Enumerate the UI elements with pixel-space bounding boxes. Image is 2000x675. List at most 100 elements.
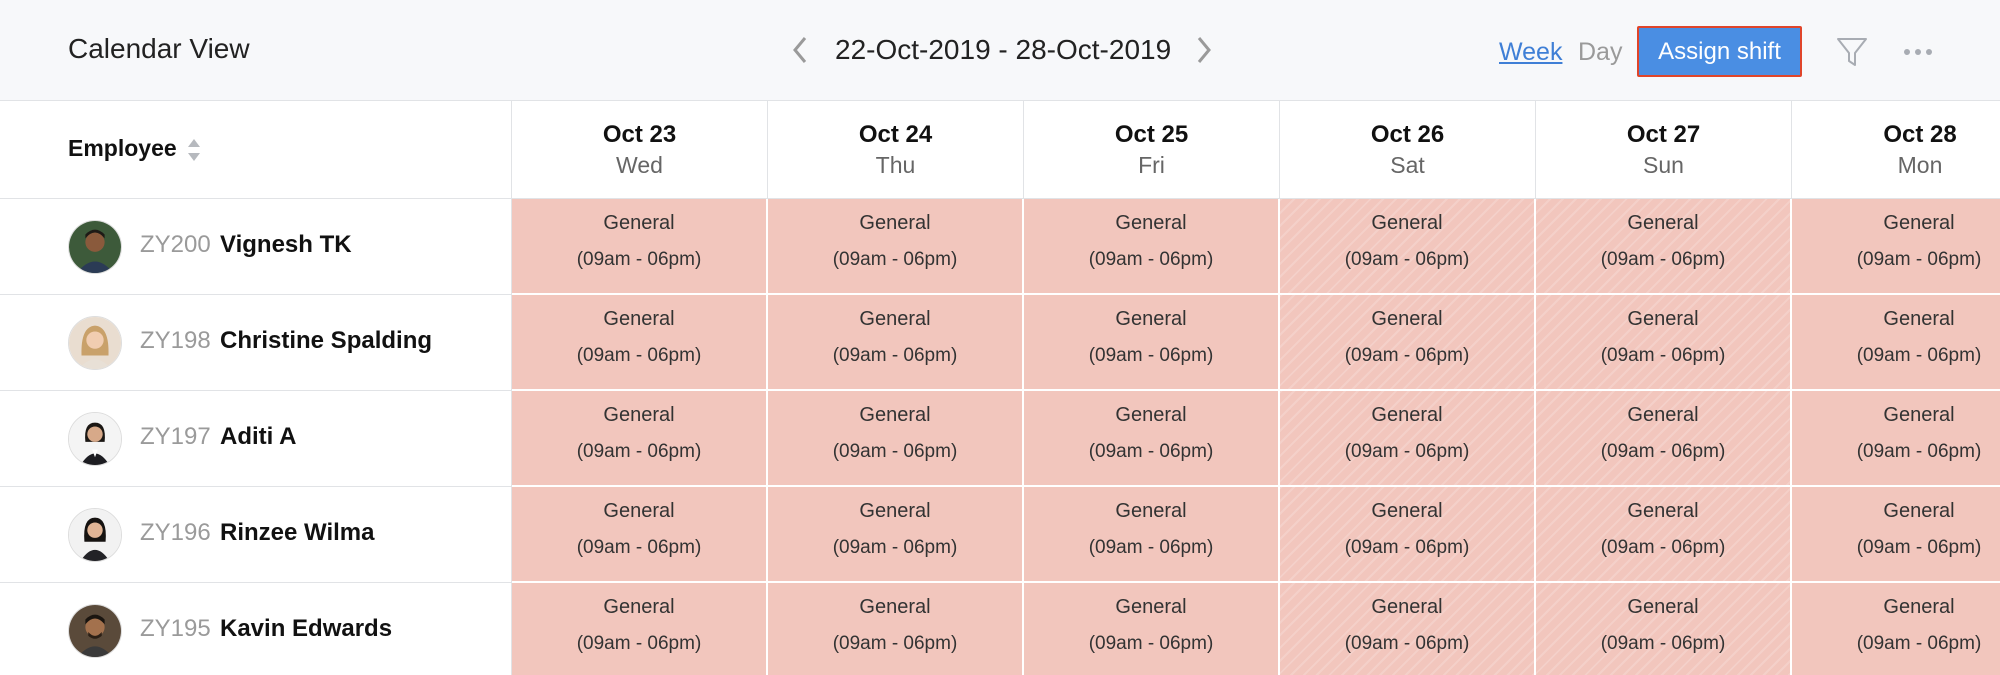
next-week-button[interactable]: [1189, 28, 1219, 72]
shift-cell[interactable]: General (09am - 06pm): [1536, 295, 1792, 391]
shift-time: (09am - 06pm): [832, 441, 958, 462]
day-date: Oct 27: [1626, 121, 1701, 148]
day-view-link[interactable]: Day: [1578, 38, 1622, 67]
employee-name: Rinzee Wilma: [220, 519, 375, 546]
shift-name: General: [1883, 308, 1955, 330]
shift-cell[interactable]: General (09am - 06pm): [1280, 295, 1536, 391]
shift-cell[interactable]: General (09am - 06pm): [1024, 487, 1280, 583]
shift-time: (09am - 06pm): [1856, 441, 1982, 462]
avatar: [68, 220, 122, 274]
shift-cell[interactable]: General (09am - 06pm): [1280, 199, 1536, 295]
employee-cell[interactable]: ZY198 Christine Spalding: [0, 295, 512, 391]
shift-cell[interactable]: General (09am - 06pm): [512, 199, 768, 295]
shift-cell[interactable]: General (09am - 06pm): [768, 391, 1024, 487]
employee-id: ZY200: [140, 231, 211, 258]
table-row: ZY196 Rinzee Wilma General (09am - 06pm) Gen…: [0, 487, 2000, 583]
shift-cell[interactable]: General (09am - 06pm): [1536, 487, 1792, 583]
shift-name: General: [1883, 404, 1955, 426]
employee-cell[interactable]: ZY197 Aditi A: [0, 391, 512, 487]
sort-icon[interactable]: [187, 137, 201, 163]
shift-cell[interactable]: General (09am - 06pm): [1280, 583, 1536, 675]
shift-cell[interactable]: General (09am - 06pm): [1024, 583, 1280, 675]
day-name: Fri: [1138, 152, 1165, 178]
shift-cell[interactable]: General (09am - 06pm): [1792, 583, 2000, 675]
filter-icon[interactable]: [1835, 35, 1869, 69]
employee-cell[interactable]: ZY195 Kavin Edwards: [0, 583, 512, 675]
shift-cell[interactable]: General (09am - 06pm): [768, 583, 1024, 675]
shift-cell[interactable]: General (09am - 06pm): [512, 583, 768, 675]
more-icon[interactable]: [1903, 46, 1933, 58]
table-row: ZY198 Christine Spalding General (09am - 06…: [0, 295, 2000, 391]
shift-name: General: [1627, 308, 1699, 330]
shift-cell[interactable]: General (09am - 06pm): [1792, 487, 2000, 583]
day-column-header: Oct 24 Thu: [768, 101, 1024, 199]
shift-time: (09am - 06pm): [1600, 633, 1726, 654]
shift-cell[interactable]: General (09am - 06pm): [1792, 199, 2000, 295]
shift-name: General: [603, 500, 675, 522]
table-row: ZY195 Kavin Edwards General (09am - 06pm) Ge…: [0, 583, 2000, 675]
employee-id: ZY195: [140, 615, 211, 642]
table-header: Employee Oct 23 Wed Oct 24 Thu Oct 25 Fri Oct …: [0, 101, 2000, 199]
shift-name: General: [859, 596, 931, 618]
table-row: ZY200 Vignesh TK General (09am - 06pm) Gener…: [0, 199, 2000, 295]
day-date: Oct 26: [1370, 121, 1445, 148]
employee-name: Christine Spalding: [220, 327, 433, 354]
shift-cell[interactable]: General (09am - 06pm): [768, 199, 1024, 295]
shift-time: (09am - 06pm): [1856, 345, 1982, 366]
previous-week-button[interactable]: [785, 28, 815, 72]
shift-name: General: [1371, 404, 1443, 426]
shift-cell[interactable]: General (09am - 06pm): [1024, 199, 1280, 295]
shift-cell[interactable]: General (09am - 06pm): [1792, 295, 2000, 391]
shift-time: (09am - 06pm): [832, 537, 958, 558]
shift-name: General: [1115, 404, 1187, 426]
avatar: [68, 412, 122, 466]
shift-name: General: [1115, 596, 1187, 618]
date-range-label: 22-Oct-2019 - 28-Oct-2019: [835, 34, 1172, 65]
shift-time: (09am - 06pm): [832, 249, 958, 270]
shift-time: (09am - 06pm): [576, 249, 702, 270]
employee-name: Vignesh TK: [220, 231, 352, 258]
shift-cell[interactable]: General (09am - 06pm): [1024, 295, 1280, 391]
shift-cell[interactable]: General (09am - 06pm): [512, 487, 768, 583]
shift-name: General: [603, 404, 675, 426]
shift-cell[interactable]: General (09am - 06pm): [1536, 199, 1792, 295]
week-view-link[interactable]: Week: [1499, 38, 1562, 67]
shift-cell[interactable]: General (09am - 06pm): [1024, 391, 1280, 487]
shift-name: General: [603, 596, 675, 618]
shift-name: General: [859, 500, 931, 522]
shift-time: (09am - 06pm): [1344, 249, 1470, 270]
shift-name: General: [859, 404, 931, 426]
employee-cell[interactable]: ZY200 Vignesh TK: [0, 199, 512, 295]
shift-name: General: [1115, 212, 1187, 234]
employee-id: ZY196: [140, 519, 211, 546]
day-date: Oct 23: [602, 121, 677, 148]
day-date: Oct 28: [1883, 121, 1957, 148]
employee-column-header: Employee: [0, 101, 512, 199]
shift-cell[interactable]: General (09am - 06pm): [512, 295, 768, 391]
shift-cell[interactable]: General (09am - 06pm): [512, 391, 768, 487]
shift-time: (09am - 06pm): [1856, 537, 1982, 558]
assign-shift-button[interactable]: Assign shift: [1637, 26, 1802, 77]
shift-name: General: [1627, 500, 1699, 522]
shift-time: (09am - 06pm): [576, 537, 702, 558]
day-name: Sat: [1390, 152, 1425, 178]
shift-cell[interactable]: General (09am - 06pm): [1280, 487, 1536, 583]
shift-cell[interactable]: General (09am - 06pm): [1280, 391, 1536, 487]
shift-cell[interactable]: General (09am - 06pm): [768, 295, 1024, 391]
calendar-header: Calendar View 22-Oct-2019 - 28-Oct-2019 …: [0, 0, 2000, 101]
shift-cell[interactable]: General (09am - 06pm): [1536, 391, 1792, 487]
shift-time: (09am - 06pm): [1600, 345, 1726, 366]
day-date: Oct 25: [1114, 121, 1189, 148]
employee-name: Aditi A: [220, 423, 297, 450]
shift-name: General: [859, 308, 931, 330]
shift-cell[interactable]: General (09am - 06pm): [768, 487, 1024, 583]
avatar: [68, 508, 122, 562]
shift-cell[interactable]: General (09am - 06pm): [1536, 583, 1792, 675]
shift-time: (09am - 06pm): [1600, 537, 1726, 558]
shift-time: (09am - 06pm): [1088, 345, 1214, 366]
shift-name: General: [1115, 308, 1187, 330]
shift-cell[interactable]: General (09am - 06pm): [1792, 391, 2000, 487]
shift-name: General: [1115, 500, 1187, 522]
employee-cell[interactable]: ZY196 Rinzee Wilma: [0, 487, 512, 583]
employee-id: ZY197: [140, 423, 211, 450]
